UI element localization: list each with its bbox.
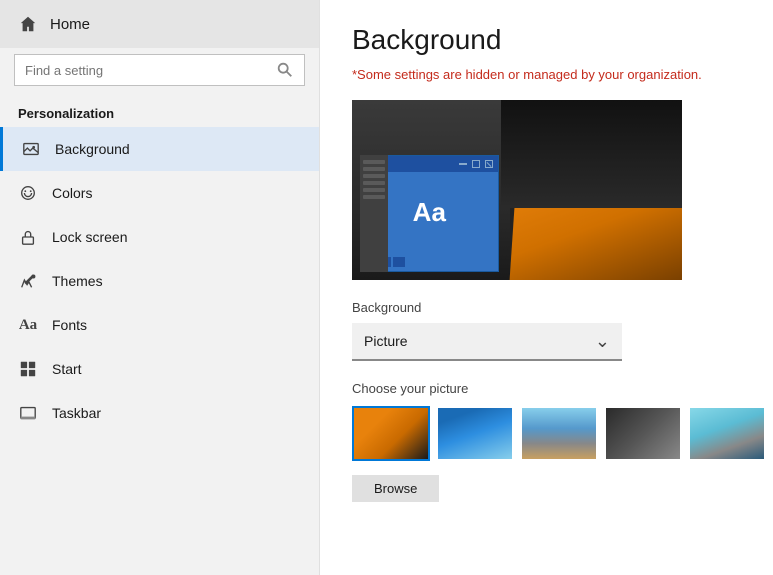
picture-thumb-5[interactable] [688, 406, 766, 461]
chevron-down-icon: ⌄ [595, 331, 610, 352]
sidebar: Home Personalization Background [0, 0, 320, 575]
sidebar-item-lockscreen[interactable]: Lock screen [0, 215, 319, 259]
thumb-blue-img [438, 408, 512, 459]
thumb-coast-img [522, 408, 596, 459]
lockscreen-icon [18, 227, 38, 247]
sidebar-item-colors-label: Colors [52, 185, 92, 201]
home-icon [18, 14, 38, 34]
sidebar-item-colors[interactable]: Colors [0, 171, 319, 215]
section-title: Personalization [0, 96, 319, 127]
thumb-dark-img [606, 408, 680, 459]
browse-button[interactable]: Browse [352, 475, 439, 502]
themes-icon [18, 271, 38, 291]
main-content: Background *Some settings are hidden or … [320, 0, 773, 575]
page-title: Background [352, 24, 741, 56]
picture-thumb-4[interactable] [604, 406, 682, 461]
sidebar-item-home[interactable]: Home [0, 0, 319, 48]
background-icon [21, 139, 41, 159]
sidebar-item-start-label: Start [52, 361, 82, 377]
sidebar-item-taskbar-label: Taskbar [52, 405, 101, 421]
sidebar-item-start[interactable]: Start [0, 347, 319, 391]
sidebar-item-lockscreen-label: Lock screen [52, 229, 127, 245]
start-icon [18, 359, 38, 379]
fonts-icon: Aa [18, 315, 38, 335]
sidebar-item-background-label: Background [55, 141, 130, 157]
dropdown-value: Picture [364, 333, 408, 349]
search-icon [276, 61, 294, 79]
search-box[interactable] [14, 54, 305, 86]
sidebar-item-taskbar[interactable]: Taskbar [0, 391, 319, 435]
picture-thumb-2[interactable] [436, 406, 514, 461]
warning-text: *Some settings are hidden or managed by … [352, 66, 712, 84]
picture-thumb-1[interactable] [352, 406, 430, 461]
picture-grid [352, 406, 741, 461]
picture-thumb-3[interactable] [520, 406, 598, 461]
colors-icon [18, 183, 38, 203]
background-dropdown[interactable]: Picture ⌄ [352, 323, 622, 361]
background-preview: Aa [352, 100, 682, 280]
sidebar-item-fonts[interactable]: Aa Fonts [0, 303, 319, 347]
sidebar-item-themes[interactable]: Themes [0, 259, 319, 303]
thumb-orange-img [354, 408, 428, 459]
choose-picture-label: Choose your picture [352, 381, 741, 396]
sidebar-item-background[interactable]: Background [0, 127, 319, 171]
sidebar-item-fonts-label: Fonts [52, 317, 87, 333]
background-field-label: Background [352, 300, 741, 315]
taskbar-icon [18, 403, 38, 423]
home-label: Home [50, 16, 90, 33]
thumb-sky-img [690, 408, 764, 459]
search-input[interactable] [25, 63, 268, 78]
sidebar-item-themes-label: Themes [52, 273, 103, 289]
